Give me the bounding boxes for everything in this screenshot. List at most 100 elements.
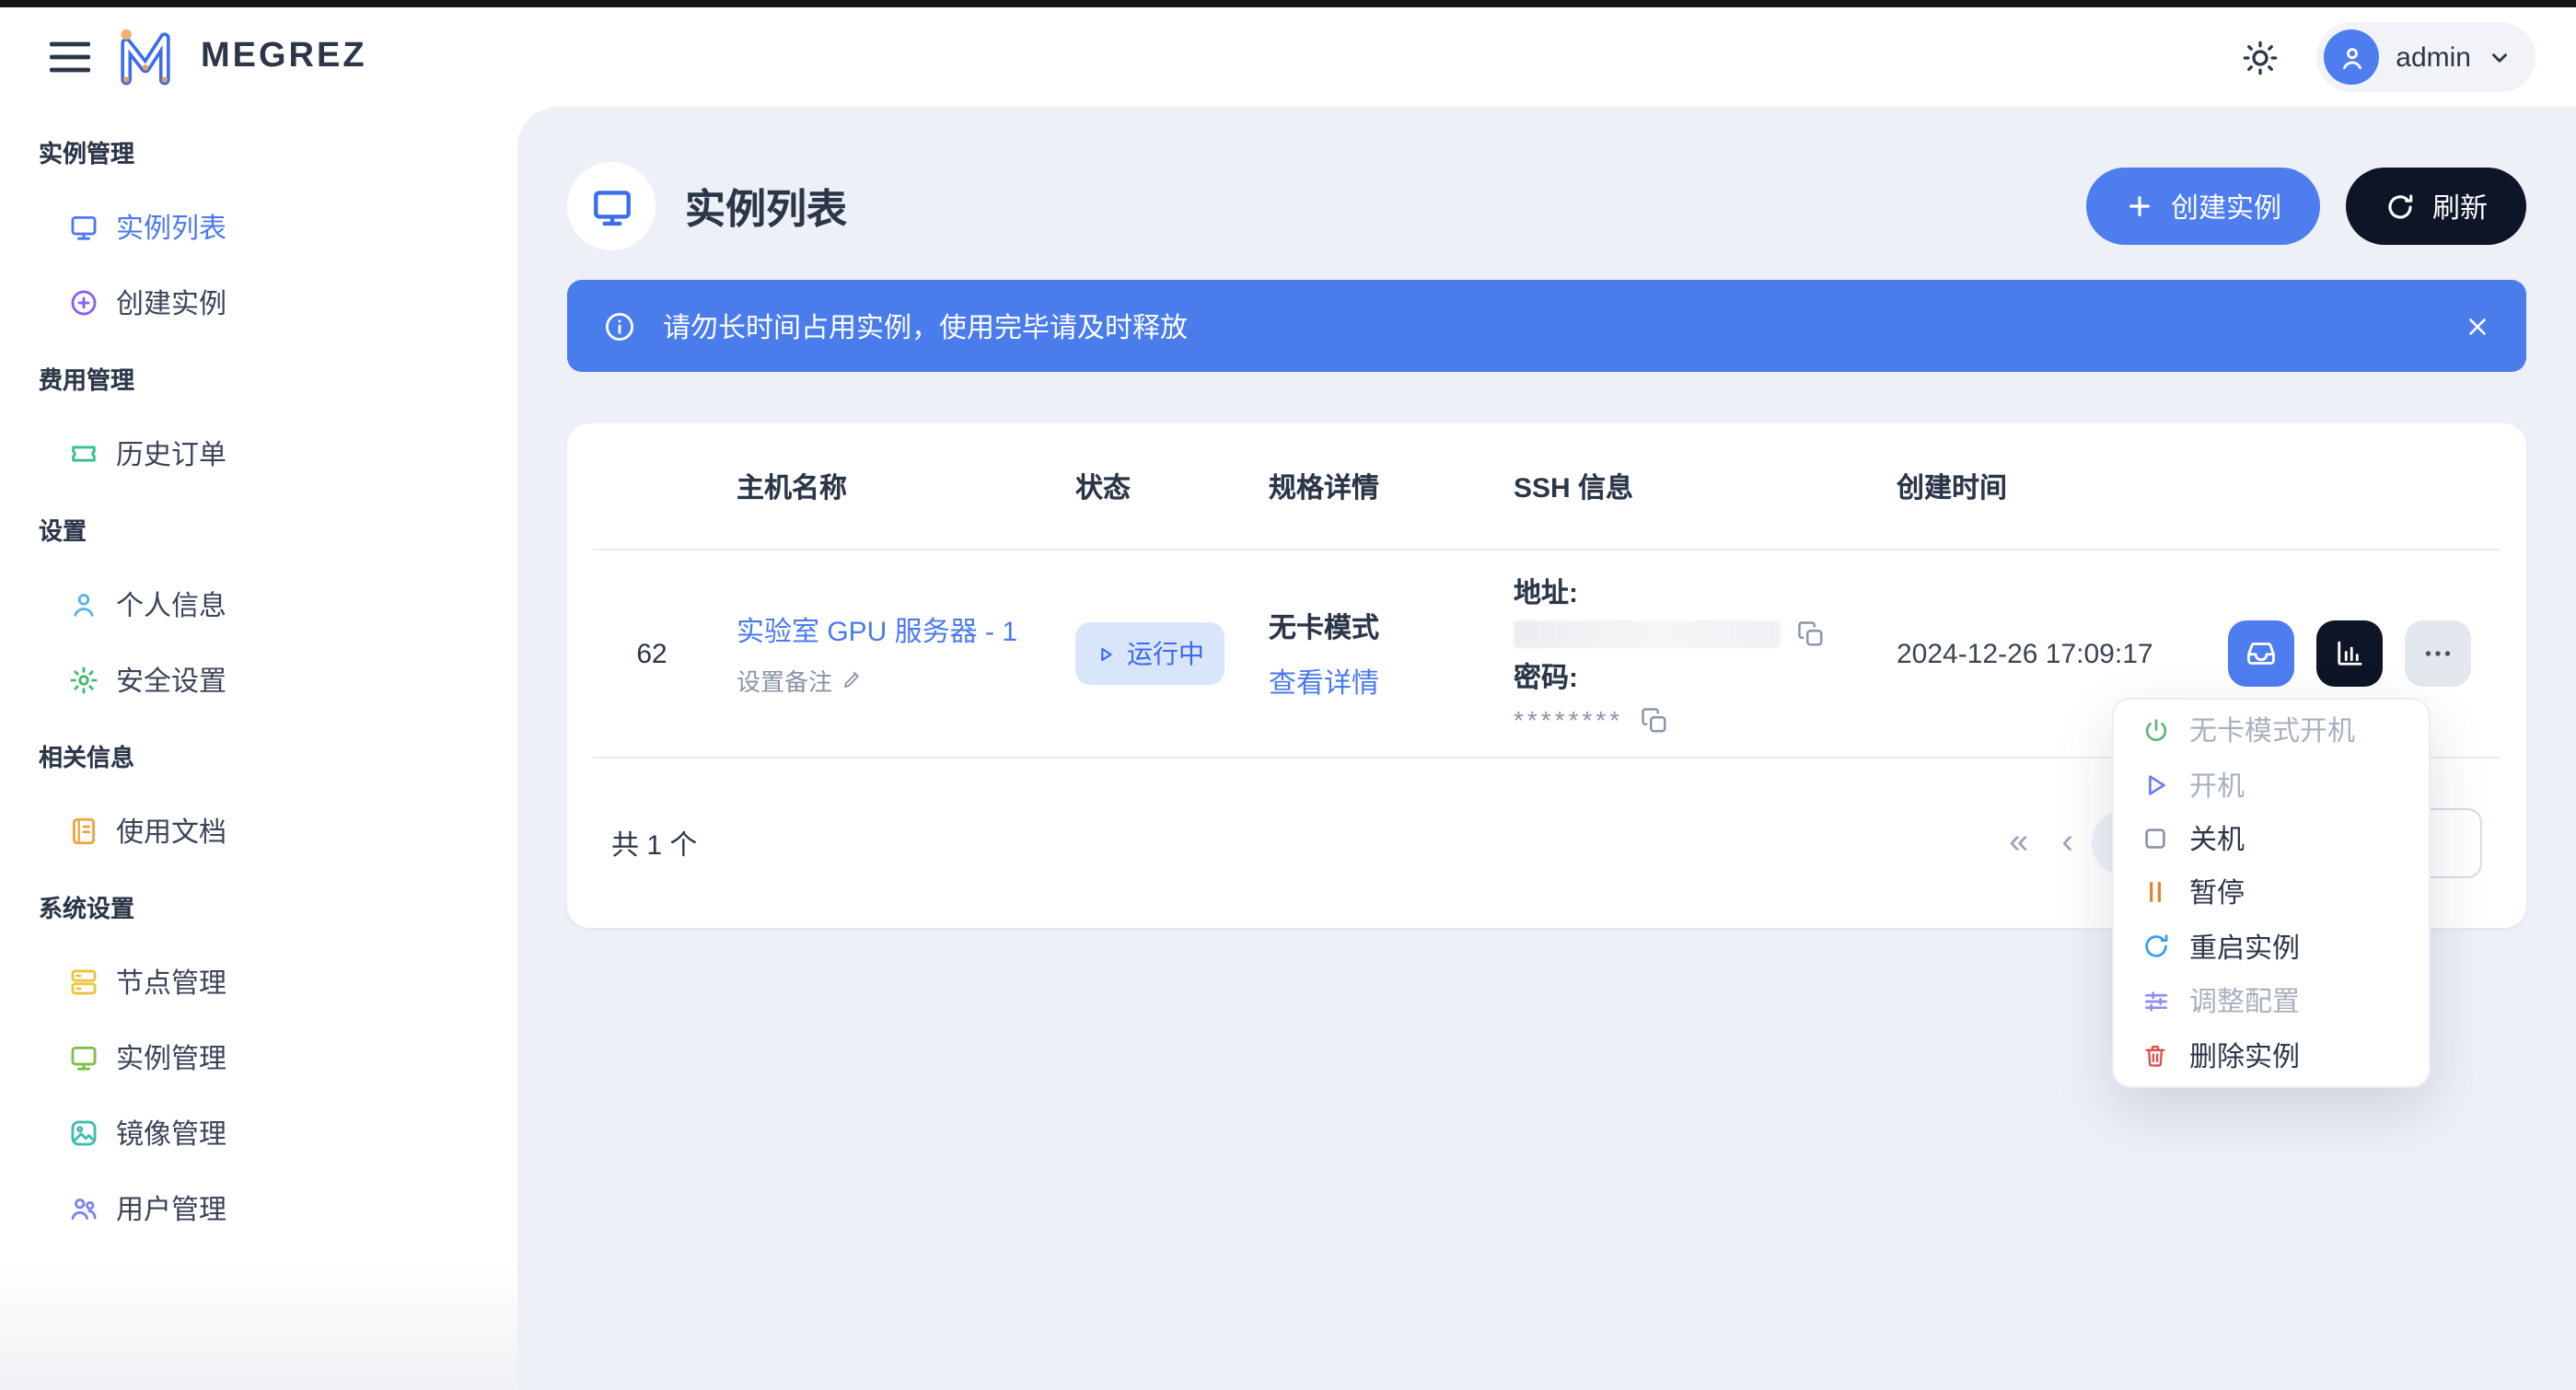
- monitor-icon: [588, 183, 634, 229]
- sidebar-item-label: 历史订单: [116, 434, 226, 473]
- user-menu[interactable]: admin: [2316, 22, 2535, 92]
- spec-mode: 无卡模式: [1269, 607, 1514, 645]
- create-instance-label: 创建实例: [2171, 187, 2281, 226]
- status-cell: 运行中: [1075, 622, 1269, 685]
- sidebar-item-user-mgmt[interactable]: 用户管理: [0, 1171, 517, 1246]
- menu-item-label: 无卡模式开机: [2189, 711, 2355, 749]
- sidebar-item-instance-list[interactable]: 实例列表: [0, 190, 517, 265]
- monitoring-button[interactable]: [2316, 620, 2383, 687]
- trash-icon: [2141, 1040, 2171, 1070]
- menu-item-pause[interactable]: 暂停: [2114, 866, 2429, 921]
- col-hostname-header: 主机名称: [737, 467, 1075, 505]
- brand-logo-icon: [114, 26, 177, 88]
- status-label: 运行中: [1127, 635, 1204, 672]
- refresh-icon: [2385, 191, 2416, 222]
- page-actions: 创建实例 刷新: [2086, 168, 2526, 245]
- inbox-icon: [2245, 637, 2278, 670]
- topbar: MEGREZ admin: [0, 7, 2576, 107]
- sidebar-item-profile[interactable]: 个人信息: [0, 567, 517, 643]
- play-icon: [2141, 770, 2171, 799]
- sliders-icon: [2141, 987, 2171, 1016]
- sidebar-item-label: 镜像管理: [116, 1114, 226, 1153]
- total-count: 共 1 个: [611, 824, 697, 863]
- gear-icon: [68, 665, 99, 696]
- menu-item-power-on[interactable]: 开机: [2114, 758, 2429, 812]
- monitor-icon: [68, 212, 99, 243]
- sidebar-item-label: 用户管理: [116, 1189, 226, 1228]
- menu-toggle-button[interactable]: [50, 41, 90, 74]
- menu-item-restart[interactable]: 重启实例: [2114, 920, 2429, 974]
- sidebar-item-node-mgmt[interactable]: 节点管理: [0, 944, 517, 1020]
- prev-page-icon[interactable]: ‹: [2061, 823, 2073, 863]
- menu-item-shutdown[interactable]: 关机: [2114, 812, 2429, 866]
- sidebar-item-image-mgmt[interactable]: 镜像管理: [0, 1095, 517, 1171]
- menu-item-label: 暂停: [2189, 874, 2245, 912]
- first-page-icon[interactable]: «: [2009, 823, 2028, 863]
- sidebar-item-create-instance[interactable]: 创建实例: [0, 265, 517, 341]
- spec-cell: 无卡模式 查看详情: [1269, 607, 1514, 701]
- copy-icon: [1640, 706, 1667, 734]
- sidebar-section-instance-mgmt: 实例管理: [0, 114, 517, 190]
- play-icon: [1096, 643, 1116, 664]
- document-icon: [68, 816, 99, 847]
- bar-chart-icon: [2333, 637, 2366, 670]
- banner-close-button[interactable]: [2464, 312, 2491, 340]
- menu-item-delete[interactable]: 删除实例: [2114, 1028, 2429, 1083]
- image-icon: [68, 1118, 99, 1149]
- sidebar-item-instance-mgmt[interactable]: 实例管理: [0, 1020, 517, 1095]
- username: admin: [2396, 41, 2471, 73]
- plus-icon: [2125, 191, 2154, 221]
- notice-banner: 请勿长时间占用实例，使用完毕请及时释放: [567, 280, 2526, 372]
- top-strip: [0, 0, 2576, 7]
- refresh-button[interactable]: 刷新: [2346, 168, 2526, 245]
- user-icon: [68, 589, 99, 620]
- chevron-down-icon: [2488, 45, 2512, 69]
- status-badge: 运行中: [1075, 622, 1224, 685]
- ssh-password-masked: ********: [1514, 705, 1623, 735]
- ssh-address-label: 地址:: [1514, 573, 1897, 611]
- monitor-icon: [68, 1042, 99, 1073]
- set-remark-action[interactable]: 设置备注: [737, 662, 1075, 697]
- sidebar-section-billing: 费用管理: [0, 341, 517, 416]
- console-button[interactable]: [2228, 620, 2294, 687]
- theme-toggle-button[interactable]: [2241, 38, 2280, 76]
- sidebar-item-order-history[interactable]: 历史订单: [0, 416, 517, 492]
- sidebar-item-security[interactable]: 安全设置: [0, 643, 517, 718]
- ssh-address-line: [1514, 620, 1897, 648]
- page-title: 实例列表: [685, 177, 847, 236]
- menu-item-resize[interactable]: 调整配置: [2114, 974, 2429, 1028]
- sidebar-item-label: 安全设置: [116, 661, 226, 700]
- copy-password-button[interactable]: [1640, 706, 1667, 734]
- sidebar-item-docs[interactable]: 使用文档: [0, 793, 517, 869]
- sidebar: 实例管理 实例列表 创建实例 费用管理 历史订单 设置 个人信息: [0, 107, 517, 1390]
- ssh-address-redacted: [1514, 620, 1781, 648]
- menu-item-label: 关机: [2189, 819, 2245, 858]
- copy-address-button[interactable]: [1797, 620, 1825, 648]
- col-created-header: 创建时间: [1897, 467, 2228, 505]
- ssh-password-label: 密码:: [1514, 657, 1897, 696]
- menu-item-boot-no-gpu[interactable]: 无卡模式开机: [2114, 703, 2429, 758]
- page-header: 实例列表 创建实例 刷新: [567, 162, 2526, 250]
- create-instance-button[interactable]: 创建实例: [2086, 168, 2320, 245]
- sidebar-item-label: 实例列表: [116, 208, 226, 247]
- sidebar-section-system: 系统设置: [0, 869, 517, 944]
- main-content: 实例列表 创建实例 刷新 请勿长时间占用实例，使用完毕请及时释放: [517, 107, 2576, 1390]
- ellipsis-icon: [2421, 637, 2454, 670]
- notice-banner-text: 请勿长时间占用实例，使用完毕请及时释放: [663, 307, 1188, 345]
- sidebar-item-label: 使用文档: [116, 812, 226, 851]
- view-details-link[interactable]: 查看详情: [1269, 662, 1514, 701]
- sidebar-item-label: 创建实例: [116, 284, 226, 322]
- col-ssh-header: SSH 信息: [1514, 467, 1897, 505]
- page-title-badge: [567, 162, 656, 250]
- col-status-header: 状态: [1075, 467, 1269, 505]
- created-time: 2024-12-26 17:09:17: [1897, 638, 2228, 669]
- instance-name-link[interactable]: 实验室 GPU 服务器 - 1: [737, 610, 1075, 649]
- close-icon: [2464, 312, 2491, 340]
- page-header-left: 实例列表: [567, 162, 847, 250]
- stop-icon: [2141, 824, 2171, 853]
- brand-name: MEGREZ: [201, 37, 367, 77]
- menu-item-label: 调整配置: [2189, 982, 2300, 1021]
- refresh-label: 刷新: [2432, 187, 2488, 226]
- more-actions-button[interactable]: [2405, 620, 2471, 687]
- pencil-icon: [841, 668, 864, 690]
